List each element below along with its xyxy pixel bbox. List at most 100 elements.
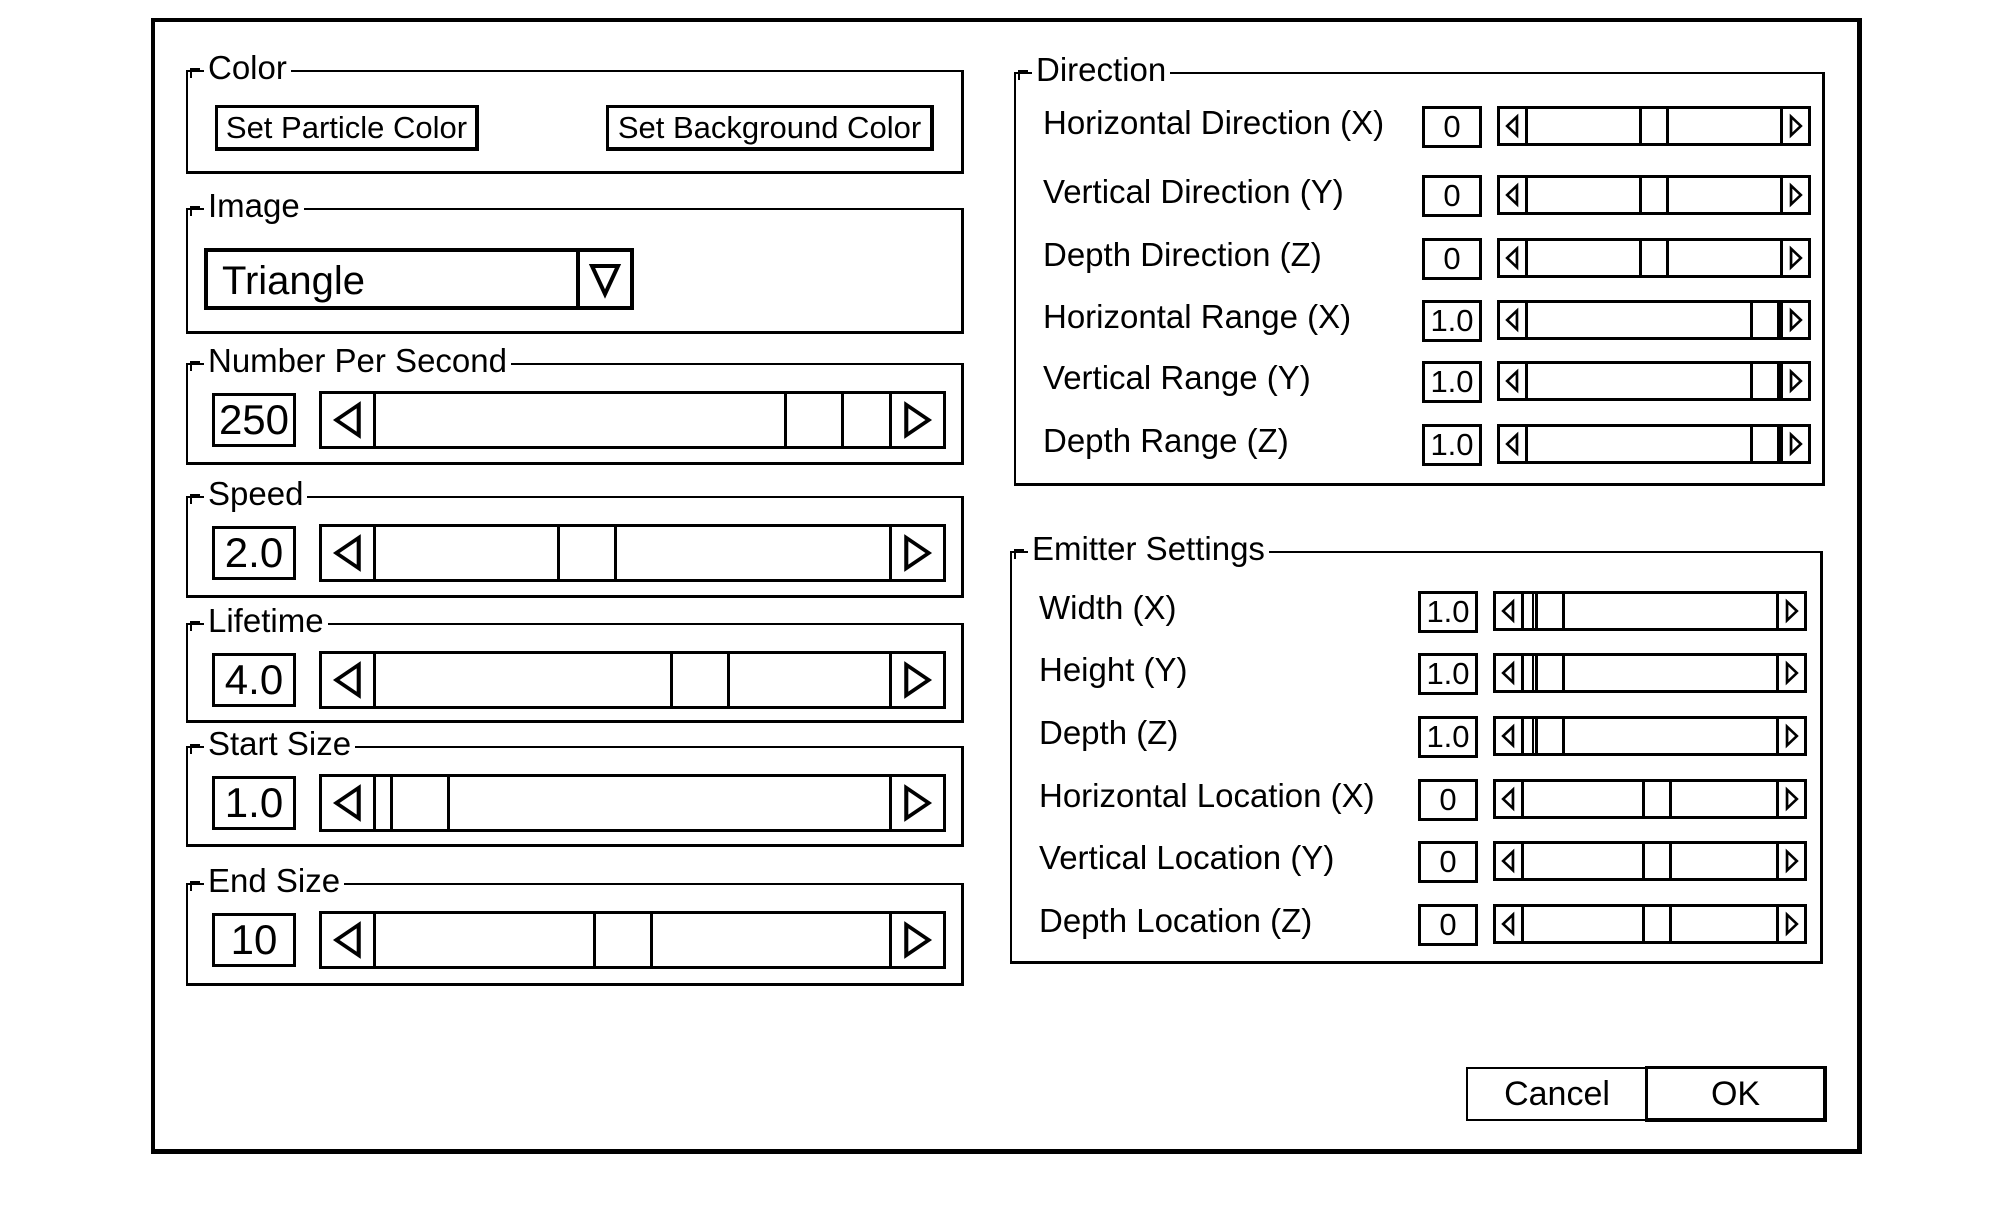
value-field[interactable]: 2.0 [212,526,296,580]
set-particle-color-button[interactable]: Set Particle Color [215,105,479,151]
slider-decrement-button[interactable] [1496,782,1524,816]
slider-thumb[interactable] [1750,364,1780,398]
arrow-right-icon [1785,911,1799,937]
slider[interactable] [1493,591,1807,631]
slider-increment-button[interactable] [889,394,943,446]
slider-thumb[interactable] [1750,427,1780,461]
slider-decrement-button[interactable] [322,914,376,966]
value-field[interactable]: 0 [1422,175,1482,217]
slider-thumb[interactable] [1639,241,1669,275]
slider-decrement-button[interactable] [1500,303,1528,337]
slider[interactable] [1493,841,1807,881]
value-field[interactable]: 0 [1422,238,1482,280]
value-field[interactable]: 1.0 [1422,361,1482,403]
value-field[interactable]: 4.0 [212,653,296,707]
slider[interactable] [1493,653,1807,693]
slider-decrement-button[interactable] [1496,656,1524,690]
slider-decrement-button[interactable] [1496,719,1524,753]
value-field[interactable]: 0 [1418,904,1478,946]
slider-thumb[interactable] [1535,656,1566,690]
value-field[interactable]: 0 [1418,779,1478,821]
slider-increment-button[interactable] [1780,241,1808,275]
slider-increment-button[interactable] [1780,427,1808,461]
slider[interactable] [319,391,946,449]
slider[interactable] [1497,300,1811,340]
slider-thumb[interactable] [1639,178,1669,212]
arrow-left-icon [332,784,361,822]
slider-decrement-button[interactable] [322,777,376,829]
slider-increment-button[interactable] [1780,364,1808,398]
slider-increment-button[interactable] [1776,719,1804,753]
slider-increment-button[interactable] [889,654,943,706]
value-field[interactable]: 1.0 [1418,716,1478,758]
slider-increment-button[interactable] [1776,907,1804,941]
slider-decrement-button[interactable] [1500,364,1528,398]
value-field[interactable]: 1.0 [1422,424,1482,466]
slider-increment-button[interactable] [1776,844,1804,878]
slider-thumb[interactable] [389,777,450,829]
slider-thumb[interactable] [557,527,618,579]
cancel-button[interactable]: Cancel [1466,1067,1648,1121]
value-field[interactable]: 1.0 [1418,653,1478,695]
slider-decrement-button[interactable] [1496,594,1524,628]
set-background-color-button[interactable]: Set Background Color [606,105,934,151]
arrow-right-icon [1789,307,1803,333]
emitter-settings-title: Emitter Settings [1014,531,1269,567]
slider[interactable] [319,524,946,582]
slider-decrement-button[interactable] [1500,178,1528,212]
slider-decrement-button[interactable] [322,654,376,706]
slider-thumb[interactable] [1641,844,1672,878]
slider[interactable] [319,774,946,832]
slider-increment-button[interactable] [889,527,943,579]
slider-increment-button[interactable] [1780,109,1808,143]
slider-increment-button[interactable] [1776,594,1804,628]
slider[interactable] [1493,716,1807,756]
value-field[interactable]: 1.0 [1422,300,1482,342]
slider-decrement-button[interactable] [1500,427,1528,461]
value-field[interactable]: 0 [1418,841,1478,883]
slider-thumb[interactable] [1535,594,1566,628]
slider-increment-button[interactable] [889,914,943,966]
slider-thumb[interactable] [1750,303,1780,337]
slider-group-speed: Speed 2.0 [186,476,964,598]
slider[interactable] [1497,238,1811,278]
slider-thumb[interactable] [1641,782,1672,816]
slider-thumb[interactable] [670,654,731,706]
slider[interactable] [1497,106,1811,146]
slider-thumb[interactable] [593,914,654,966]
slider-increment-button[interactable] [1780,178,1808,212]
slider-group-title: Lifetime [190,603,328,639]
slider-decrement-button[interactable] [322,394,376,446]
slider[interactable] [1493,904,1807,944]
slider-thumb[interactable] [783,394,844,446]
slider-thumb[interactable] [1535,719,1566,753]
slider[interactable] [319,651,946,709]
slider-group-title: Start Size [189,726,356,762]
slider[interactable] [1497,175,1811,215]
slider-decrement-button[interactable] [1496,907,1524,941]
slider-increment-button[interactable] [1776,782,1804,816]
slider-decrement-button[interactable] [1496,844,1524,878]
ok-button[interactable]: OK [1645,1066,1827,1122]
dropdown-button[interactable] [576,252,630,306]
slider-increment-button[interactable] [1780,303,1808,337]
value-field[interactable]: 0 [1422,106,1482,148]
slider[interactable] [1497,424,1811,464]
slider[interactable] [319,911,946,969]
slider-decrement-button[interactable] [1500,109,1528,143]
slider-decrement-button[interactable] [1500,241,1528,275]
row-label: Depth (Z) [1039,714,1179,751]
slider[interactable] [1493,779,1807,819]
slider[interactable] [1497,361,1811,401]
slider-thumb[interactable] [1639,109,1669,143]
slider-thumb[interactable] [1641,907,1672,941]
value-field[interactable]: 10 [212,913,296,967]
slider-increment-button[interactable] [889,777,943,829]
arrow-left-icon [1501,911,1515,937]
image-select[interactable]: Triangle [204,248,634,310]
value-field[interactable]: 1.0 [212,776,296,830]
value-field[interactable]: 1.0 [1418,591,1478,633]
slider-increment-button[interactable] [1776,656,1804,690]
slider-decrement-button[interactable] [322,527,376,579]
value-field[interactable]: 250 [212,393,296,447]
